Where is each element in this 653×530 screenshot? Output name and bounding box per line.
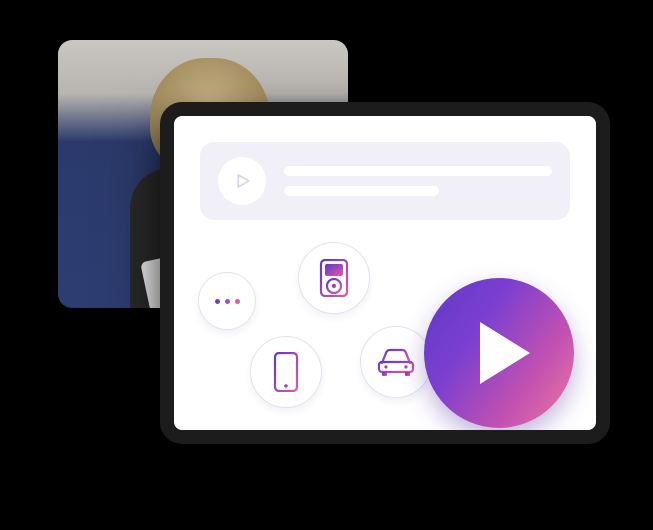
play-icon — [233, 172, 251, 190]
play-button[interactable] — [424, 278, 574, 428]
tablet-screen — [174, 116, 596, 430]
mini-play-button[interactable] — [218, 157, 266, 205]
tablet-mockup — [160, 102, 610, 444]
track-subtitle-placeholder — [284, 186, 439, 196]
device-row — [200, 244, 570, 420]
track-title-placeholder — [284, 166, 552, 176]
player-bar[interactable] — [200, 142, 570, 220]
more-icon — [215, 299, 240, 304]
play-icon — [474, 320, 534, 386]
phone-icon — [273, 352, 299, 392]
ipod-icon — [319, 259, 349, 297]
device-phone[interactable] — [250, 336, 322, 408]
device-ipod[interactable] — [298, 242, 370, 314]
device-car[interactable] — [360, 326, 432, 398]
track-lines — [284, 166, 552, 196]
car-icon — [376, 347, 416, 377]
more-devices-button[interactable] — [198, 272, 256, 330]
